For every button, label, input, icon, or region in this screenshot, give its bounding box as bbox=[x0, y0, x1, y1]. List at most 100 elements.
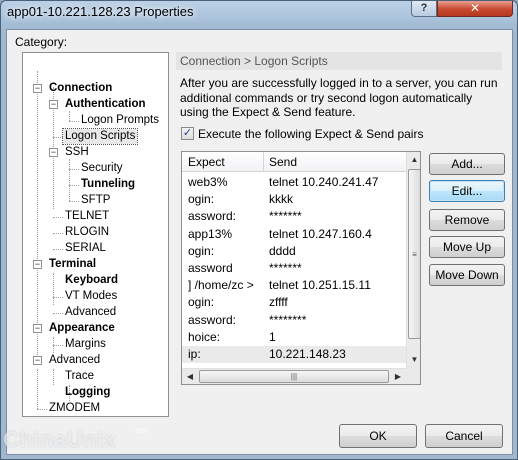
expect-send-list[interactable]: Expect Send web3% telnet 10.240.241.47 ogi… bbox=[181, 151, 421, 385]
tree-item-rlogin[interactable]: RLOGIN bbox=[63, 225, 111, 240]
expect-cell: ogin: bbox=[188, 295, 215, 310]
expect-send-checkbox[interactable]: ✓ bbox=[181, 127, 194, 140]
tree-item-zmodem[interactable]: ZMODEM bbox=[47, 401, 102, 416]
tree-line bbox=[69, 121, 79, 122]
collapse-icon[interactable]: − bbox=[33, 324, 42, 333]
tree-item-serial[interactable]: SERIAL bbox=[63, 241, 108, 256]
send-cell: 1 bbox=[269, 329, 276, 344]
remove-button[interactable]: Remove bbox=[429, 209, 505, 231]
watermark-logo-suffix: net bbox=[135, 426, 147, 435]
column-header-expect[interactable]: Expect bbox=[188, 155, 225, 169]
tree-item-ssh[interactable]: SSH bbox=[63, 145, 91, 160]
expect-cell: web3% bbox=[188, 175, 228, 189]
send-cell: 10.221.148.23 bbox=[269, 347, 346, 361]
send-cell: kkkk bbox=[269, 192, 293, 207]
expect-cell: ip: bbox=[188, 347, 201, 361]
expect-cell: hoice: bbox=[188, 329, 221, 344]
vertical-scroll-thumb[interactable]: ≡ bbox=[408, 169, 420, 339]
scroll-left-icon[interactable]: ◀ bbox=[182, 369, 198, 384]
expect-cell: ] /home/zc > bbox=[188, 278, 254, 293]
tree-item-logon-scripts[interactable]: Logon Scripts bbox=[61, 128, 139, 145]
tree-item-logging[interactable]: Logging bbox=[63, 385, 112, 400]
add-button[interactable]: Add... bbox=[429, 153, 505, 175]
send-cell: telnet 10.240.241.47 bbox=[269, 175, 379, 189]
tree-item-sftp[interactable]: SFTP bbox=[79, 193, 112, 208]
tree-line bbox=[37, 369, 38, 409]
table-row[interactable]: ogin: zffff bbox=[182, 294, 406, 311]
tree-item-trace[interactable]: Trace bbox=[63, 369, 96, 384]
watermark-logo: ChinaUnix bbox=[3, 427, 117, 452]
window-title: app01-10.221.128.23 Properties bbox=[7, 4, 194, 19]
cancel-button[interactable]: Cancel bbox=[425, 424, 503, 448]
expect-cell: assword: bbox=[188, 312, 237, 327]
tree-item-appearance[interactable]: Appearance bbox=[47, 321, 117, 336]
tree-line bbox=[37, 71, 38, 361]
tree-line bbox=[53, 249, 63, 250]
category-tree[interactable]: − − − − − − Connection Authentication Logo… bbox=[22, 52, 169, 417]
vertical-scrollbar[interactable]: ▲ ≡ ▼ bbox=[406, 152, 420, 368]
expect-cell: ogin: bbox=[188, 192, 215, 207]
tree-item-tunneling[interactable]: Tunneling bbox=[79, 177, 137, 192]
properties-dialog: app01-10.221.128.23 Properties ? ✕ Categ… bbox=[0, 0, 518, 460]
title-bar[interactable]: app01-10.221.128.23 Properties ? ✕ bbox=[1, 1, 517, 23]
send-cell: ******* bbox=[269, 261, 302, 275]
table-row[interactable]: web3% telnet 10.240.241.47 bbox=[182, 174, 406, 191]
scroll-right-icon[interactable]: ▶ bbox=[390, 369, 406, 384]
tree-item-telnet[interactable]: TELNET bbox=[63, 209, 111, 224]
edit-button[interactable]: Edit... bbox=[429, 180, 505, 202]
expect-cell: ogin: bbox=[188, 243, 215, 258]
page-header: Connection > Logon Scripts bbox=[176, 52, 502, 70]
scroll-down-icon[interactable]: ▼ bbox=[407, 352, 420, 368]
collapse-icon[interactable]: − bbox=[49, 100, 58, 109]
tree-item-security[interactable]: Security bbox=[79, 161, 125, 176]
send-cell: dddd bbox=[269, 243, 296, 258]
send-cell: telnet 10.247.160.4 bbox=[269, 226, 372, 241]
table-row[interactable]: ogin: dddd bbox=[182, 243, 406, 260]
column-header-send[interactable]: Send bbox=[269, 155, 297, 169]
tree-line bbox=[53, 313, 63, 314]
table-row[interactable]: assword: ******* bbox=[182, 208, 406, 225]
collapse-icon[interactable]: − bbox=[33, 356, 42, 365]
move-down-button[interactable]: Move Down bbox=[429, 264, 505, 286]
tree-item-authentication[interactable]: Authentication bbox=[63, 97, 148, 112]
table-row[interactable]: app13% telnet 10.247.160.4 bbox=[182, 226, 406, 243]
close-button[interactable]: ✕ bbox=[437, 1, 513, 17]
table-row[interactable]: hoice: 1 bbox=[182, 329, 406, 346]
collapse-icon[interactable]: − bbox=[49, 148, 58, 157]
table-row[interactable]: ip: 10.221.148.23 bbox=[182, 346, 406, 363]
collapse-icon[interactable]: − bbox=[33, 84, 42, 93]
expect-cell: assword bbox=[188, 261, 233, 275]
send-cell: telnet 10.251.15.11 bbox=[269, 278, 371, 293]
horizontal-scroll-thumb[interactable]: ||| bbox=[199, 370, 389, 383]
move-up-button[interactable]: Move Up bbox=[429, 236, 505, 258]
tree-line bbox=[69, 169, 79, 170]
help-button[interactable]: ? bbox=[411, 1, 437, 17]
table-row[interactable]: ] /home/zc > telnet 10.251.15.11 bbox=[182, 277, 406, 294]
page-description: After you are successfully logged in to … bbox=[180, 76, 498, 119]
tree-item-logon-prompts[interactable]: Logon Prompts bbox=[79, 113, 161, 128]
tree-item-terminal[interactable]: Terminal bbox=[47, 257, 98, 272]
tree-line bbox=[53, 273, 54, 305]
collapse-icon[interactable]: − bbox=[33, 260, 42, 269]
tree-line bbox=[53, 297, 63, 298]
tree-line bbox=[53, 217, 63, 218]
tree-item-margins[interactable]: Margins bbox=[63, 337, 108, 352]
tree-item-keyboard[interactable]: Keyboard bbox=[63, 273, 120, 288]
horizontal-scrollbar[interactable]: ◀ ||| ▶ bbox=[182, 368, 406, 384]
help-icon: ? bbox=[420, 2, 428, 14]
table-row[interactable]: assword: ******** bbox=[182, 312, 406, 329]
table-row[interactable]: assword ******* bbox=[182, 260, 406, 277]
tree-item-advanced-terminal[interactable]: Advanced bbox=[63, 305, 118, 320]
tree-item-vt-modes[interactable]: VT Modes bbox=[63, 289, 119, 304]
scroll-up-icon[interactable]: ▲ bbox=[407, 152, 420, 168]
tree-line bbox=[69, 185, 79, 186]
tree-item-advanced[interactable]: Advanced bbox=[47, 353, 102, 368]
dialog-body: Category: − − − − − − Connection Authent… bbox=[6, 29, 513, 455]
ok-button[interactable]: OK bbox=[339, 424, 417, 448]
tree-line bbox=[69, 201, 79, 202]
expect-send-checkbox-label[interactable]: Execute the following Expect & Send pair… bbox=[198, 127, 423, 141]
table-row[interactable]: ogin: kkkk bbox=[182, 191, 406, 208]
column-separator[interactable] bbox=[263, 152, 264, 172]
tree-item-connection[interactable]: Connection bbox=[47, 81, 114, 96]
expect-cell: assword: bbox=[188, 209, 237, 224]
